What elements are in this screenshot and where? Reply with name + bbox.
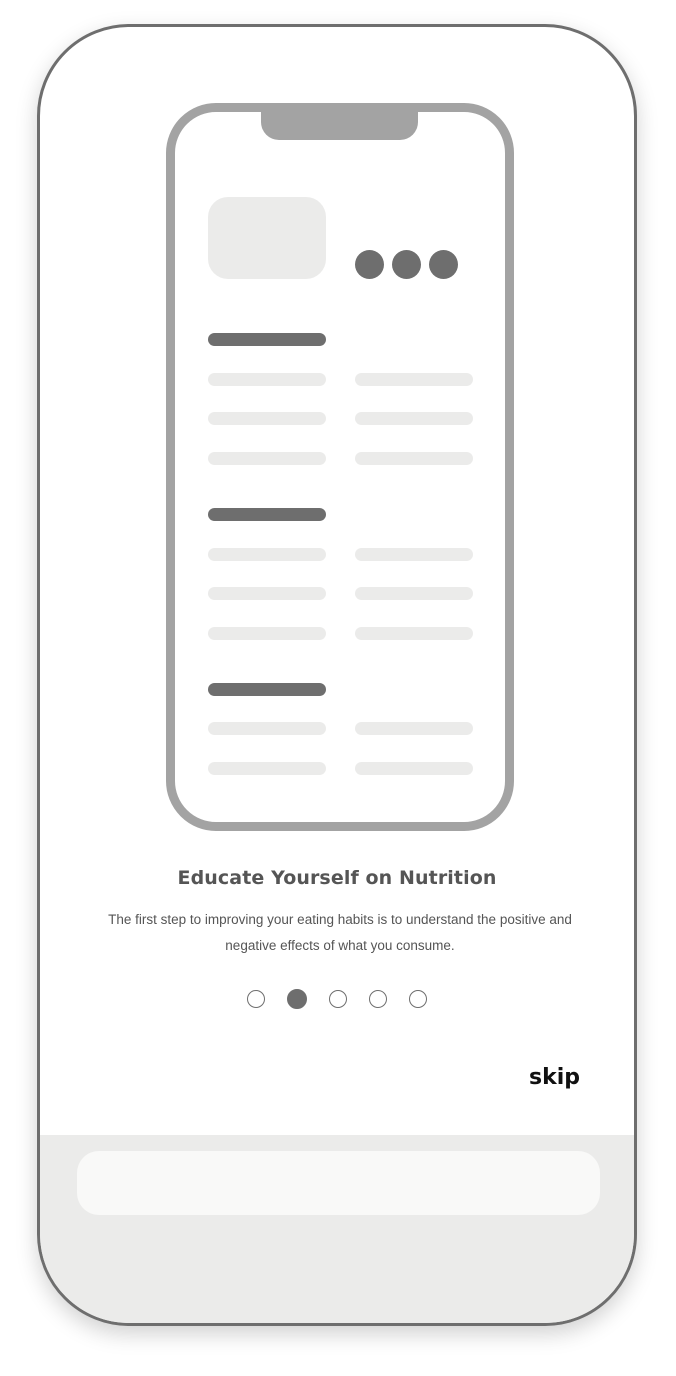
illustration-text-bar (208, 762, 326, 775)
onboarding-title: Educate Yourself on Nutrition (177, 867, 497, 889)
illustration-image-placeholder (208, 197, 326, 279)
illustration-text-bar (208, 627, 326, 640)
page-dot[interactable] (409, 990, 427, 1008)
illustration-dot (429, 250, 458, 279)
page-dot[interactable] (247, 990, 265, 1008)
illustration-text-bar (355, 722, 473, 735)
page-dot[interactable] (369, 990, 387, 1008)
illustration-text-bar (208, 722, 326, 735)
phone-illustration (166, 103, 514, 831)
page-indicator (40, 989, 634, 1012)
illustration-heading-bar (208, 508, 326, 521)
illustration-text-bar (208, 412, 326, 425)
page-dot[interactable] (329, 990, 347, 1008)
illustration-text-bar (208, 548, 326, 561)
bottom-bar[interactable] (77, 1151, 600, 1215)
illustration-dot (392, 250, 421, 279)
bottom-area (40, 1135, 634, 1323)
illustration-text-bar (208, 452, 326, 465)
illustration-text-bar (355, 373, 473, 386)
illustration-notch (261, 103, 418, 140)
device-frame: Educate Yourself on Nutrition The first … (37, 24, 637, 1326)
illustration-text-bar (355, 548, 473, 561)
illustration-text-bar (355, 762, 473, 775)
illustration-heading-bar (208, 333, 326, 346)
onboarding-description: The first step to improving your eating … (108, 912, 572, 953)
illustration-text-bar (355, 452, 473, 465)
page-dot-active[interactable] (287, 989, 307, 1009)
illustration-text-bar (355, 627, 473, 640)
illustration-text-bar (208, 373, 326, 386)
illustration-text-bar (355, 587, 473, 600)
illustration-dot (355, 250, 384, 279)
skip-button[interactable]: skip (529, 1065, 580, 1090)
illustration-text-bar (355, 412, 473, 425)
illustration-text-bar (208, 587, 326, 600)
illustration-heading-bar (208, 683, 326, 696)
